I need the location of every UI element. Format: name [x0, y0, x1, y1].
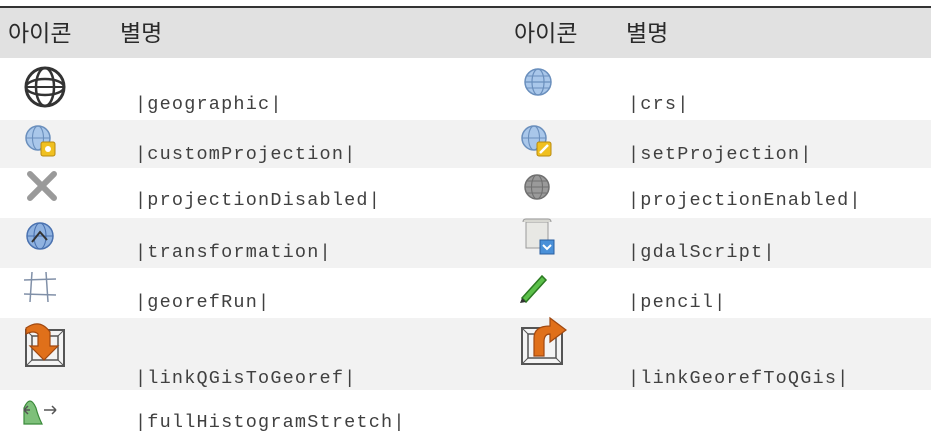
custom-projection-icon [25, 125, 56, 157]
crs-globe-icon [524, 68, 552, 96]
alias-link-georef-to-qgis: |linkGeorefToQGis| [628, 368, 850, 389]
table-row: |projectionDisabled| |projectionEnabled| [0, 168, 931, 218]
projection-disabled-icon [27, 171, 57, 201]
alias-crs: |crs| [628, 94, 690, 115]
alias-geographic: |geographic| [135, 94, 283, 115]
link-georef-to-qgis-icon [521, 316, 567, 365]
header-icon-col-1: 아이콘 [8, 20, 72, 46]
header-alias-col-2: 별명 [626, 20, 669, 46]
table-row: |linkQGisToGeoref| |linkGeorefToQGis| [0, 316, 931, 390]
table-row: |fullHistogramStretch| [0, 390, 931, 442]
transformation-icon [26, 222, 54, 250]
alias-gdal-script: |gdalScript| [628, 242, 776, 263]
alias-custom-projection: |customProjection| [135, 144, 357, 165]
projection-enabled-icon [524, 174, 550, 200]
alias-projection-disabled: |projectionDisabled| [135, 190, 382, 211]
alias-full-histogram-stretch: |fullHistogramStretch| [135, 412, 406, 433]
table-row: |customProjection| |setProjection| [0, 120, 931, 168]
georef-run-icon [23, 271, 57, 303]
alias-pencil: |pencil| [628, 292, 727, 313]
header-icon-col-2: 아이콘 [514, 20, 578, 46]
table-row: |georefRun| |pencil| [0, 268, 931, 318]
gdal-script-icon [522, 218, 555, 255]
alias-set-projection: |setProjection| [628, 144, 813, 165]
table-row: |geographic| |crs| [0, 58, 931, 120]
set-projection-icon [521, 125, 552, 157]
pencil-icon [520, 274, 548, 304]
link-qgis-to-georef-icon [25, 323, 65, 367]
alias-georef-run: |georefRun| [135, 292, 271, 313]
table-row: |transformation| |gdalScript| [0, 218, 931, 268]
full-histogram-stretch-icon [23, 400, 57, 425]
alias-transformation: |transformation| [135, 242, 332, 263]
alias-link-qgis-to-georef: |linkQGisToGeoref| [135, 368, 357, 389]
globe-wireframe-icon [24, 66, 66, 108]
header-alias-col-1: 별명 [120, 20, 163, 46]
table-header: 아이콘 별명 아이콘 별명 [0, 8, 931, 58]
alias-projection-enabled: |projectionEnabled| [628, 190, 862, 211]
